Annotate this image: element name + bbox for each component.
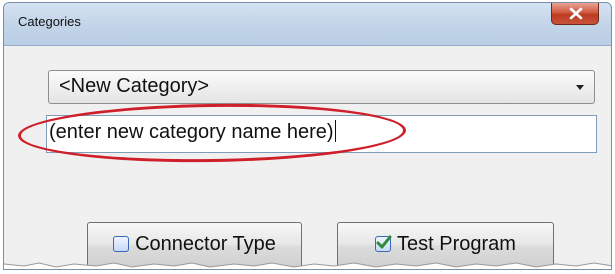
category-dropdown-value: <New Category> (59, 75, 210, 97)
checkbox-unchecked-icon[interactable] (113, 236, 130, 252)
close-icon (569, 7, 583, 20)
title-bar[interactable]: Categories (4, 3, 611, 46)
categories-dialog: Categories <New Category> (enter new cat… (3, 2, 612, 270)
text-caret (334, 120, 336, 142)
connector-type-label: Connector Type (135, 233, 276, 255)
test-program-label: Test Program (397, 233, 516, 255)
category-dropdown[interactable]: <New Category> (48, 70, 595, 104)
new-category-name-input[interactable]: (enter new category name here) (46, 115, 597, 153)
chevron-down-icon[interactable] (576, 85, 584, 90)
test-program-button[interactable]: Test Program (337, 222, 554, 268)
close-button[interactable] (551, 3, 599, 25)
new-category-name-value: (enter new category name here) (49, 121, 334, 143)
dialog-body: <New Category> (enter new category name … (4, 46, 611, 269)
checkbox-checked-icon[interactable] (375, 235, 392, 252)
connector-type-button[interactable]: Connector Type (87, 222, 302, 268)
window-title: Categories (18, 14, 81, 29)
